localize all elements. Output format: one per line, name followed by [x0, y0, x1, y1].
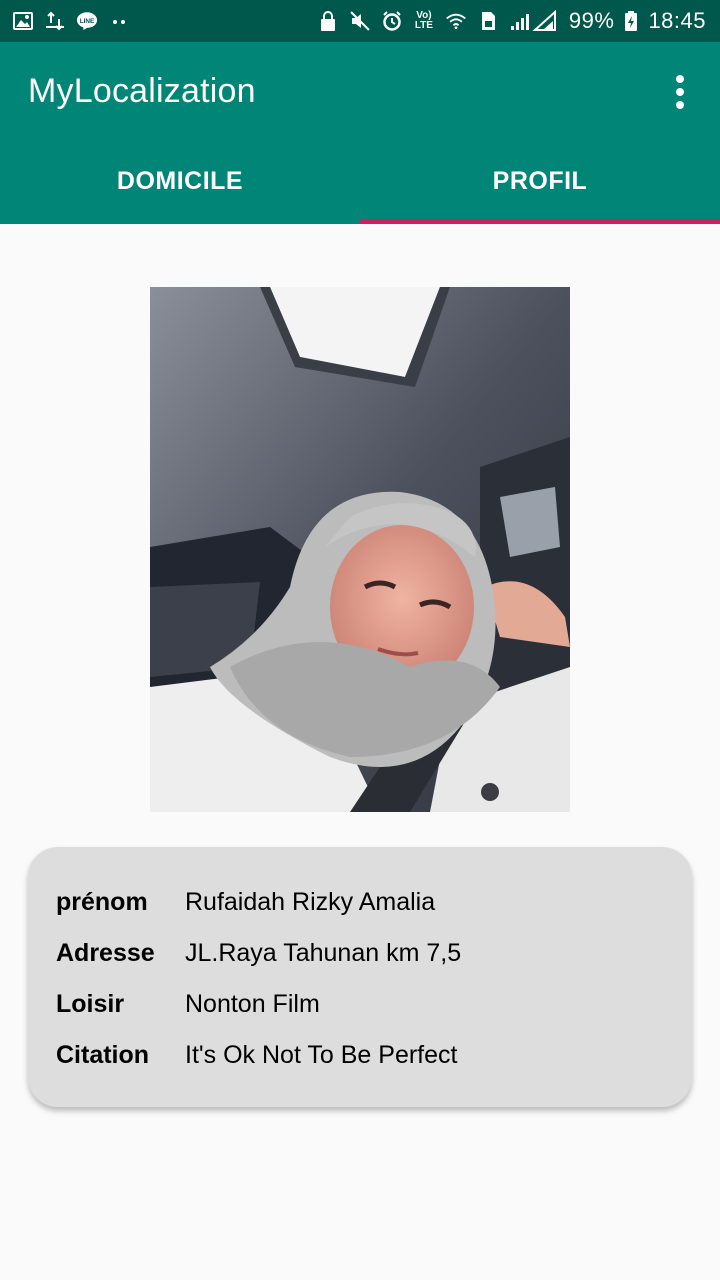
more-dots-icon	[108, 10, 130, 32]
status-bar: LINE Vo) LTE 99% 18:45	[0, 0, 720, 42]
prenom-value: Rufaidah Rizky Amalia	[185, 888, 436, 916]
info-row-citation: Citation It's Ok Not To Be Perfect	[56, 1030, 664, 1081]
menu-dot	[676, 88, 684, 96]
info-row-loisir: Loisir Nonton Film	[56, 979, 664, 1030]
battery-percent: 99%	[568, 8, 615, 33]
status-bar-right: Vo) LTE 99% 18:45	[317, 8, 706, 34]
battery-icon	[624, 10, 638, 32]
profile-photo	[150, 287, 570, 812]
info-row-adresse: Adresse JL.Raya Tahunan km 7,5	[56, 928, 664, 979]
info-row-prenom: prénom Rufaidah Rizky Amalia	[56, 877, 664, 928]
citation-label: Citation	[56, 1041, 150, 1069]
wifi-icon	[445, 10, 467, 32]
overflow-menu-icon[interactable]	[660, 70, 700, 114]
line-app-icon: LINE	[76, 10, 98, 32]
tab-profil[interactable]: PROFIL	[360, 138, 720, 224]
profile-photo-illustration	[150, 287, 570, 812]
loisir-label: Loisir	[56, 990, 125, 1018]
lock-icon	[317, 10, 339, 32]
adresse-label: Adresse	[56, 939, 155, 967]
alarm-icon	[381, 10, 403, 32]
prenom-label: prénom	[56, 888, 148, 916]
signal-icon	[509, 10, 559, 32]
tab-label: DOMICILE	[116, 166, 244, 195]
sim-icon	[477, 10, 499, 32]
gallery-icon	[12, 10, 34, 32]
tab-selected-indicator	[360, 219, 720, 224]
svg-text:LINE: LINE	[80, 18, 95, 25]
volte-icon: Vo) LTE	[414, 10, 433, 31]
app-bar: MyLocalization DOMICILE PROFIL	[0, 42, 720, 224]
tab-label: PROFIL	[492, 166, 588, 195]
menu-dot	[676, 101, 684, 109]
adresse-value: JL.Raya Tahunan km 7,5	[185, 939, 462, 967]
mute-icon	[349, 10, 371, 32]
loisir-value: Nonton Film	[185, 990, 320, 1018]
clock: 18:45	[648, 8, 706, 33]
profile-info-card: prénom Rufaidah Rizky Amalia Adresse JL.…	[28, 847, 692, 1107]
status-bar-left: LINE	[12, 10, 130, 32]
app-title: MyLocalization	[28, 72, 256, 110]
menu-dot	[676, 75, 684, 83]
tab-bar: DOMICILE PROFIL	[0, 138, 720, 224]
transfer-icon	[44, 10, 66, 32]
tab-domicile[interactable]: DOMICILE	[0, 138, 360, 224]
citation-value: It's Ok Not To Be Perfect	[185, 1041, 458, 1069]
